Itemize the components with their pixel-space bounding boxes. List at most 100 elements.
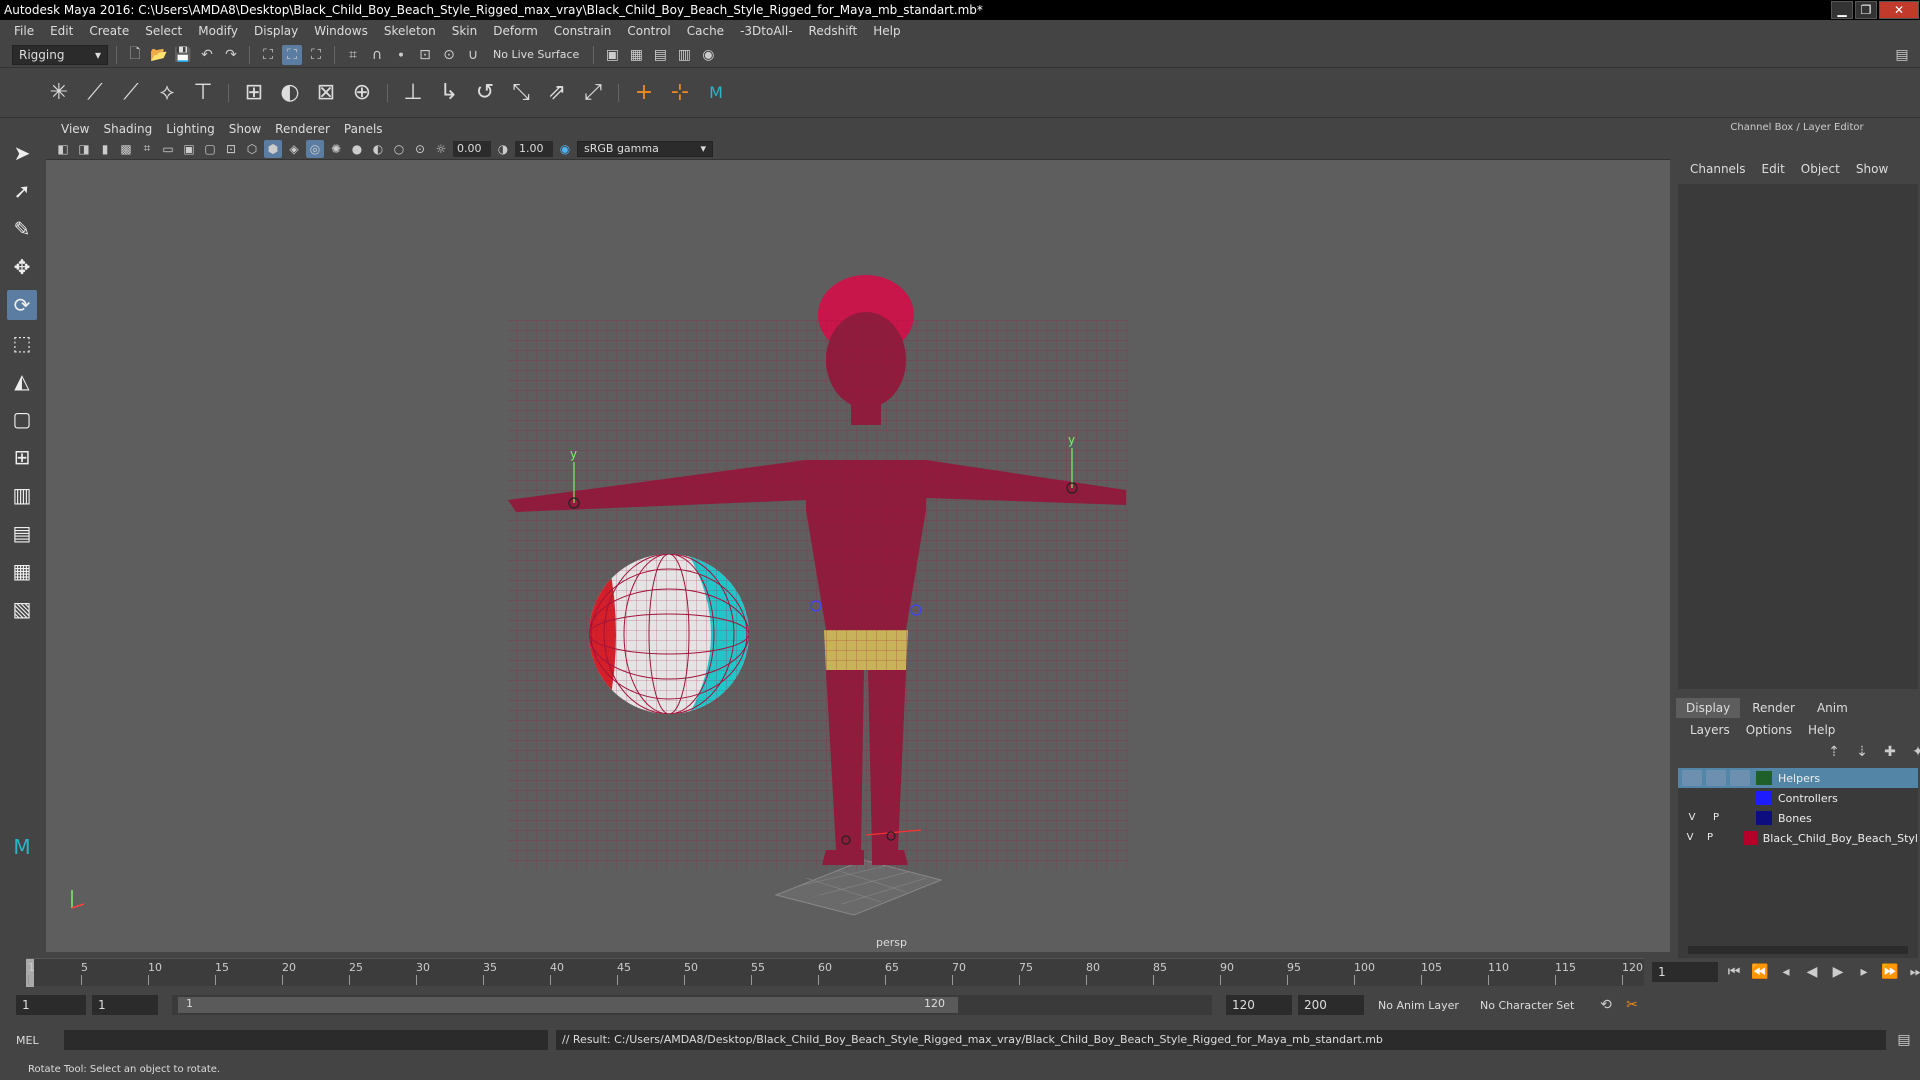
tab-render[interactable]: Render xyxy=(1742,698,1805,718)
render-settings-icon[interactable]: ▥ xyxy=(674,45,694,65)
orient-constraint-icon[interactable]: ↺ xyxy=(470,78,500,108)
rotate-tool-icon[interactable]: ⟳ xyxy=(7,290,37,320)
new-scene-icon[interactable]: 🗋 xyxy=(125,45,145,65)
film-gate-icon[interactable]: ▭ xyxy=(159,140,177,158)
move-layer-down-icon[interactable]: ⇣ xyxy=(1852,742,1872,762)
ipr-render-icon[interactable]: ▤ xyxy=(650,45,670,65)
snap-curve-icon[interactable]: ∩ xyxy=(367,45,387,65)
go-to-start-icon[interactable]: ⏮ xyxy=(1724,962,1744,982)
menuset-dropdown[interactable]: Rigging ▾ xyxy=(12,44,108,65)
single-view-icon[interactable]: ▢ xyxy=(7,404,37,434)
gate-mask-icon[interactable]: ▢ xyxy=(201,140,219,158)
menu-edit[interactable]: Edit xyxy=(42,24,81,38)
time-ruler[interactable]: 1 5 10 15 20 25 30 35 40 45 50 55 60 65 … xyxy=(26,958,1644,987)
tab-anim[interactable]: Anim xyxy=(1806,698,1858,718)
layer-display-type[interactable] xyxy=(1730,810,1750,826)
layer-visibility[interactable]: V xyxy=(1682,830,1698,846)
gamma-icon[interactable]: ◑ xyxy=(494,140,512,158)
character-set-dropdown[interactable]: No Character Set xyxy=(1480,999,1590,1012)
panel-menu-renderer[interactable]: Renderer xyxy=(268,122,337,136)
new-layer-icon[interactable]: ✚ xyxy=(1880,742,1900,762)
maximize-button[interactable]: ❐ xyxy=(1855,1,1877,19)
menu-windows[interactable]: Windows xyxy=(306,24,376,38)
locator-icon[interactable]: + xyxy=(629,78,659,108)
anim-layer-dropdown[interactable]: No Anim Layer xyxy=(1370,999,1474,1012)
cb-menu-object[interactable]: Object xyxy=(1793,162,1848,176)
mirror-joint-icon[interactable]: ⟡ xyxy=(152,78,182,108)
maya-logo-icon[interactable]: M xyxy=(701,78,731,108)
select-component-icon[interactable]: ⛶ xyxy=(306,45,326,65)
graph-view-icon[interactable]: ▦ xyxy=(7,556,37,586)
bind-skin-icon[interactable]: ⊞ xyxy=(239,78,269,108)
paint-select-icon[interactable]: ✎ xyxy=(7,214,37,244)
current-frame-field[interactable]: 1 xyxy=(1652,962,1718,982)
panel-menu-view[interactable]: View xyxy=(54,122,96,136)
script-editor-icon[interactable]: ▤ xyxy=(1894,1030,1914,1050)
resolution-gate-icon[interactable]: ▣ xyxy=(180,140,198,158)
layer-row[interactable]: V P Bones xyxy=(1678,808,1918,828)
panel-menu-show[interactable]: Show xyxy=(222,122,268,136)
motion-blur-icon[interactable]: ○ xyxy=(390,140,408,158)
3d-viewport[interactable]: y y persp xyxy=(46,160,1670,952)
cb-menu-channels[interactable]: Channels xyxy=(1682,162,1754,176)
cluster-icon[interactable]: ⊹ xyxy=(665,78,695,108)
panel-menu-shading[interactable]: Shading xyxy=(96,122,159,136)
channel-box-toggle-icon[interactable]: ▤ xyxy=(1892,45,1912,65)
select-hierarchy-icon[interactable]: ⛶ xyxy=(258,45,278,65)
exposure-field[interactable]: 0.00 xyxy=(453,140,491,157)
menu-skeleton[interactable]: Skeleton xyxy=(376,24,444,38)
lattice-icon[interactable]: ⊠ xyxy=(311,78,341,108)
preferences-icon[interactable]: ✂ xyxy=(1622,995,1642,1015)
menu-file[interactable]: File xyxy=(6,24,42,38)
panel-menu-panels[interactable]: Panels xyxy=(337,122,390,136)
layer-scrollbar[interactable] xyxy=(1688,946,1908,954)
move-layer-up-icon[interactable]: ⇡ xyxy=(1824,742,1844,762)
ik-spline-icon[interactable]: ⟋ xyxy=(116,78,146,108)
layer-playback[interactable]: P xyxy=(1706,810,1726,826)
layer-color-swatch[interactable] xyxy=(1756,771,1772,785)
select-tool-icon[interactable]: ➤ xyxy=(7,138,37,168)
layer-row[interactable]: Helpers xyxy=(1678,768,1918,788)
joint-tool-icon[interactable]: ✳ xyxy=(44,78,74,108)
menu-help[interactable]: Help xyxy=(865,24,908,38)
camera-attr-icon[interactable]: ◨ xyxy=(75,140,93,158)
layer-row[interactable]: V P Black_Child_Boy_Beach_Styl xyxy=(1678,828,1918,848)
side-by-side-icon[interactable]: ▥ xyxy=(7,480,37,510)
layer-playback[interactable] xyxy=(1706,770,1726,786)
layer-display-type[interactable] xyxy=(1722,830,1738,846)
range-slider[interactable]: 1 120 xyxy=(172,995,1212,1015)
select-object-icon[interactable]: ⛶ xyxy=(282,44,302,65)
menu-deform[interactable]: Deform xyxy=(485,24,546,38)
layer-playback[interactable] xyxy=(1706,790,1726,806)
step-back-key-icon[interactable]: ⏪ xyxy=(1750,962,1770,982)
menu-skin[interactable]: Skin xyxy=(444,24,486,38)
menu-display[interactable]: Display xyxy=(246,24,306,38)
safe-action-icon[interactable]: ⊡ xyxy=(222,140,240,158)
redo-icon[interactable]: ↷ xyxy=(221,45,241,65)
command-input[interactable] xyxy=(64,1030,548,1050)
close-button[interactable]: ✕ xyxy=(1879,1,1919,19)
gamma-field[interactable]: 1.00 xyxy=(515,140,553,157)
wireframe-on-shaded-icon[interactable]: ◈ xyxy=(285,140,303,158)
save-scene-icon[interactable]: 💾 xyxy=(173,45,193,65)
menu-cache[interactable]: Cache xyxy=(679,24,732,38)
layer-display-type[interactable] xyxy=(1730,790,1750,806)
script-language-label[interactable]: MEL xyxy=(16,1034,56,1047)
play-backwards-icon[interactable]: ◀ xyxy=(1802,962,1822,982)
range-slider-handle[interactable] xyxy=(178,997,958,1013)
move-tool-icon[interactable]: ✥ xyxy=(7,252,37,282)
live-surface-label[interactable]: No Live Surface xyxy=(487,48,585,61)
undo-icon[interactable]: ↶ xyxy=(197,45,217,65)
pole-vector-icon[interactable]: ⤢ xyxy=(578,78,608,108)
ik-handle-icon[interactable]: ⟋ xyxy=(80,78,110,108)
image-plane-icon[interactable]: ▩ xyxy=(117,140,135,158)
outliner-view-icon[interactable]: ▤ xyxy=(7,518,37,548)
open-scene-icon[interactable]: 📂 xyxy=(149,45,169,65)
hypergraph-view-icon[interactable]: ▧ xyxy=(7,594,37,624)
go-to-end-icon[interactable]: ⏭ xyxy=(1906,962,1920,982)
lights-icon[interactable]: ✺ xyxy=(327,140,345,158)
auto-key-icon[interactable]: ⟲ xyxy=(1596,995,1616,1015)
render-frame-icon[interactable]: ▦ xyxy=(626,45,646,65)
render-view-icon[interactable]: ▣ xyxy=(602,45,622,65)
isolate-select-icon[interactable]: ⊙ xyxy=(411,140,429,158)
